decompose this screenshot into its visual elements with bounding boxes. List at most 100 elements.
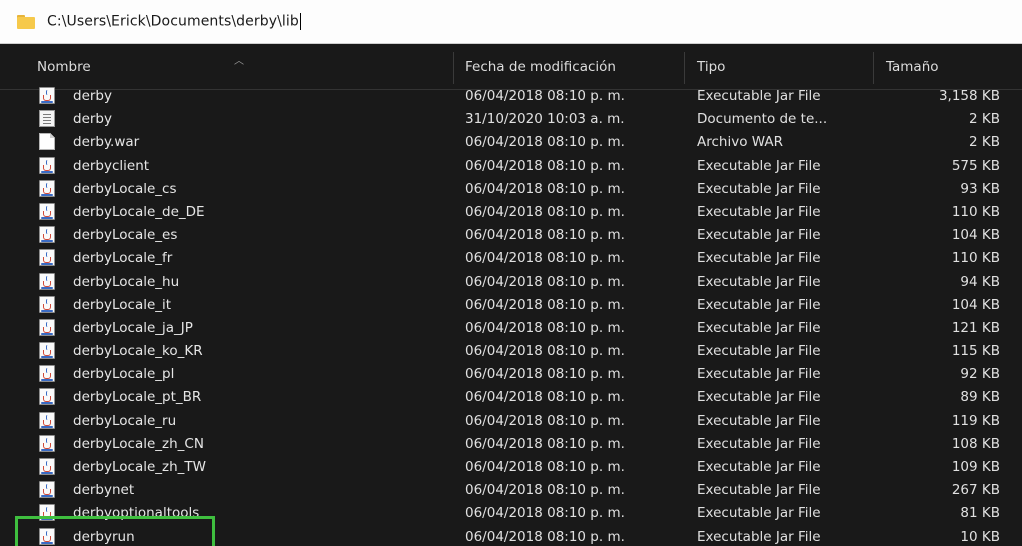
jar-file-icon [39, 202, 55, 220]
file-date: 06/04/2018 08:10 p. m. [465, 366, 625, 383]
file-name: derbyLocale_hu [73, 273, 180, 290]
file-list: derby 06/04/2018 08:10 p. m. Executable Ja… [0, 84, 1022, 546]
file-name: derbynet [73, 482, 135, 499]
jar-file-icon [39, 295, 55, 313]
highlight-box [15, 516, 215, 546]
column-divider[interactable] [684, 52, 685, 84]
file-date: 06/04/2018 08:10 p. m. [465, 157, 625, 174]
file-row[interactable]: derbyLocale_it 06/04/2018 08:10 p. m. Exec… [0, 293, 1022, 316]
file-type: Documento de te... [697, 111, 828, 128]
file-date: 06/04/2018 08:10 p. m. [465, 203, 625, 220]
file-date: 06/04/2018 08:10 p. m. [465, 435, 625, 452]
file-row[interactable]: derbyLocale_cs 06/04/2018 08:10 p. m. Exec… [0, 177, 1022, 200]
file-size: 104 KB [951, 227, 1000, 244]
file-type: Executable Jar File [697, 505, 821, 522]
file-row[interactable]: derbyLocale_zh_CN 06/04/2018 08:10 p. m. E… [0, 432, 1022, 455]
file-date: 06/04/2018 08:10 p. m. [465, 319, 625, 336]
file-type: Executable Jar File [697, 203, 821, 220]
folder-icon [17, 14, 35, 29]
file-row[interactable]: derbyLocale_es 06/04/2018 08:10 p. m. Exec… [0, 223, 1022, 246]
file-type: Executable Jar File [697, 482, 821, 499]
jar-file-icon [39, 179, 55, 197]
file-name: derby [73, 88, 112, 104]
file-name: derby.war [73, 134, 140, 151]
file-date: 06/04/2018 08:10 p. m. [465, 273, 625, 290]
jar-file-icon [39, 249, 55, 267]
file-row[interactable]: derbynet 06/04/2018 08:10 p. m. Executable… [0, 478, 1022, 501]
file-size: 109 KB [951, 459, 1000, 475]
file-date: 06/04/2018 08:10 p. m. [465, 459, 625, 475]
jar-file-icon [39, 156, 55, 174]
file-row[interactable]: derbyLocale_pt_BR 06/04/2018 08:10 p. m. E… [0, 385, 1022, 408]
file-explorer-window: C:\Users\Erick\Documents\derby\lib Nombr… [0, 0, 1022, 546]
file-name: derbyLocale_pl [73, 366, 175, 383]
file-type: Executable Jar File [697, 157, 821, 174]
file-row[interactable]: derby 06/04/2018 08:10 p. m. Executable Ja… [0, 84, 1022, 107]
file-type: Executable Jar File [697, 319, 821, 336]
file-name: derbyLocale_ja_JP [73, 319, 193, 336]
file-date: 06/04/2018 08:10 p. m. [465, 250, 625, 267]
file-row[interactable]: derbyLocale_hu 06/04/2018 08:10 p. m. Exec… [0, 270, 1022, 293]
file-size: 93 KB [960, 180, 1000, 197]
jar-file-icon [39, 365, 55, 383]
file-type: Executable Jar File [697, 389, 821, 406]
file-size: 89 KB [960, 389, 1000, 406]
file-size: 115 KB [951, 343, 1000, 360]
file-type: Executable Jar File [697, 435, 821, 452]
file-row[interactable]: derbyLocale_fr 06/04/2018 08:10 p. m. Exec… [0, 246, 1022, 269]
file-size: 108 KB [951, 435, 1000, 452]
file-type: Executable Jar File [697, 296, 821, 313]
column-divider[interactable] [453, 52, 454, 84]
file-name: derbyLocale_ru [73, 412, 177, 429]
jar-file-icon [39, 388, 55, 406]
file-size: 3,158 KB [938, 88, 1000, 104]
jar-file-icon [39, 434, 55, 452]
file-row[interactable]: derbyLocale_pl 06/04/2018 08:10 p. m. Exec… [0, 362, 1022, 385]
file-size: 92 KB [960, 366, 1000, 383]
file-row[interactable]: derbyLocale_de_DE 06/04/2018 08:10 p. m. E… [0, 200, 1022, 223]
file-row[interactable]: derbyLocale_ru 06/04/2018 08:10 p. m. Exec… [0, 409, 1022, 432]
file-name: derbyLocale_fr [73, 250, 173, 267]
file-row[interactable]: derbyLocale_ko_KR 06/04/2018 08:10 p. m. E… [0, 339, 1022, 362]
file-name: derbyLocale_cs [73, 180, 177, 197]
address-path: C:\Users\Erick\Documents\derby\lib [47, 13, 299, 30]
file-name: derbyLocale_pt_BR [73, 389, 202, 406]
file-row[interactable]: derby.war 06/04/2018 08:10 p. m. Archivo W… [0, 130, 1022, 153]
file-type: Executable Jar File [697, 88, 821, 104]
file-row[interactable]: derby 31/10/2020 10:03 a. m. Documento de … [0, 107, 1022, 130]
file-name: derby [73, 111, 112, 128]
file-size: 110 KB [951, 203, 1000, 220]
file-date: 06/04/2018 08:10 p. m. [465, 134, 625, 151]
file-date: 06/04/2018 08:10 p. m. [465, 412, 625, 429]
file-date: 31/10/2020 10:03 a. m. [465, 111, 625, 128]
file-name: derbyLocale_zh_CN [73, 435, 204, 452]
file-type: Executable Jar File [697, 250, 821, 267]
file-row[interactable]: derbyclient 06/04/2018 08:10 p. m. Executa… [0, 154, 1022, 177]
file-date: 06/04/2018 08:10 p. m. [465, 482, 625, 499]
file-size: 104 KB [951, 296, 1000, 313]
address-bar[interactable]: C:\Users\Erick\Documents\derby\lib [0, 0, 1022, 44]
file-name: derbyLocale_es [73, 227, 178, 244]
address-input[interactable]: C:\Users\Erick\Documents\derby\lib [47, 13, 301, 30]
jar-file-icon [39, 411, 55, 429]
file-type: Executable Jar File [697, 273, 821, 290]
file-size: 121 KB [951, 319, 1000, 336]
file-size: 81 KB [960, 505, 1000, 522]
file-row[interactable]: derbyLocale_zh_TW 06/04/2018 08:10 p. m. E… [0, 455, 1022, 478]
jar-file-icon [39, 318, 55, 336]
jar-file-icon [39, 226, 55, 244]
column-divider[interactable] [873, 52, 874, 84]
file-name: derbyLocale_de_DE [73, 203, 205, 220]
file-date: 06/04/2018 08:10 p. m. [465, 343, 625, 360]
jar-file-icon [39, 87, 55, 104]
blank-file-icon [39, 133, 55, 151]
file-size: 119 KB [951, 412, 1000, 429]
file-name: derbyLocale_ko_KR [73, 343, 203, 360]
jar-file-icon [39, 458, 55, 475]
file-date: 06/04/2018 08:10 p. m. [465, 528, 625, 545]
file-size: 2 KB [969, 134, 1000, 151]
file-size: 10 KB [960, 528, 1000, 545]
file-date: 06/04/2018 08:10 p. m. [465, 296, 625, 313]
file-row[interactable]: derbyLocale_ja_JP 06/04/2018 08:10 p. m. E… [0, 316, 1022, 339]
file-type: Executable Jar File [697, 180, 821, 197]
